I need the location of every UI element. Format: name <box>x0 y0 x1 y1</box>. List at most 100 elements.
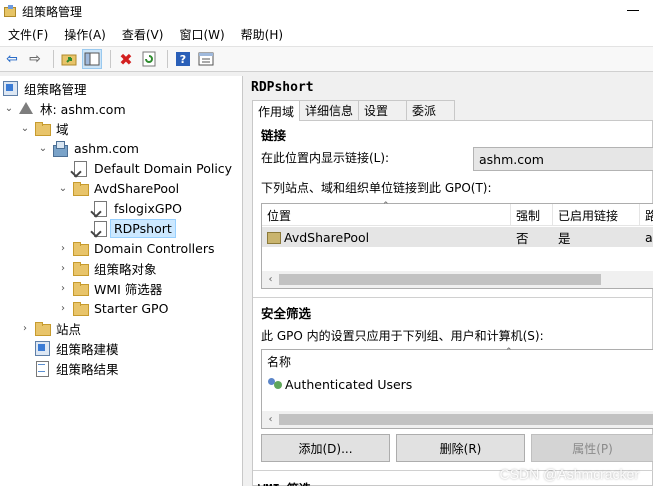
window-title: 组策略管理 <box>22 4 83 19</box>
gpmc-window: 组策略管理 文件(F) 操作(A) 查看(V) 窗口(W) 帮助(H) ⇦ ⇨ … <box>0 0 653 486</box>
scope-panel: 链接 在此位置内显示链接(L): ashm.com 下列站点、域和组织单位链接到… <box>252 120 653 486</box>
column-link-enabled[interactable]: 已启用链接 <box>553 204 640 226</box>
security-principal-cell: Authenticated Users <box>262 374 412 394</box>
tree-node-forest[interactable]: 林: ashm.com <box>18 98 129 118</box>
folder-icon <box>72 300 89 316</box>
add-button[interactable]: 添加(D)... <box>261 434 390 462</box>
ou-folder-icon <box>72 180 89 196</box>
gpo-title: RDPshort <box>251 80 314 95</box>
show-tree-icon[interactable] <box>82 49 102 69</box>
expand-chevron-icon[interactable]: › <box>20 323 30 334</box>
tree-node-gp-results[interactable]: 组策略结果 <box>34 358 122 378</box>
link-path-cell: a <box>645 229 653 245</box>
expand-chevron-icon[interactable]: › <box>58 263 68 274</box>
links-description: 下列站点、域和组织单位链接到此 GPO(T): <box>261 181 492 195</box>
watermark: CSDN @Ashmcracker <box>499 466 639 482</box>
tree-node-rdpshort[interactable]: RDPshort <box>92 218 176 238</box>
collapse-chevron-icon[interactable]: ⌄ <box>4 103 14 114</box>
domain-icon <box>52 140 68 157</box>
wmi-filtering-heading: WMI 筛选 <box>258 480 311 486</box>
tree-node-domain-controllers[interactable]: Domain Controllers <box>72 238 217 258</box>
title-bar: 组策略管理 <box>0 0 653 22</box>
tree-node-wmi-filters[interactable]: WMI 筛选器 <box>72 278 165 298</box>
collapse-chevron-icon[interactable]: ⌄ <box>20 123 30 134</box>
security-filtering-list[interactable]: ⌃ 名称 Authenticated Users ‹ <box>261 347 653 429</box>
menu-window[interactable]: 窗口(W) <box>175 26 228 43</box>
tree-node-default-domain-policy[interactable]: Default Domain Policy <box>72 158 235 178</box>
links-location-value: ashm.com <box>479 151 544 167</box>
link-location-cell: AvdSharePool <box>262 227 369 247</box>
toolbar-separator <box>167 50 168 68</box>
column-path[interactable]: 路 <box>640 204 653 226</box>
links-list[interactable]: ⌃ 位置 强制 已启用链接 路 AvdSharePool 否 是 a ‹ <box>261 201 653 289</box>
properties-button[interactable]: 属性(P) <box>531 434 653 462</box>
tree-node-starter-gpo[interactable]: Starter GPO <box>72 298 171 318</box>
link-enabled-cell: 是 <box>558 230 571 246</box>
tab-scope[interactable]: 作用域 <box>252 100 301 121</box>
tab-delegation[interactable]: 委派 <box>406 100 456 120</box>
table-row[interactable]: AvdSharePool 否 是 a <box>262 227 653 247</box>
gpmc-app-icon <box>3 4 17 18</box>
refresh-icon[interactable] <box>139 49 159 69</box>
links-location-label: 在此位置内显示链接(L): <box>261 151 390 165</box>
collapse-chevron-icon[interactable]: ⌄ <box>38 143 48 154</box>
remove-button[interactable]: 删除(R) <box>396 434 525 462</box>
expand-chevron-icon[interactable]: › <box>58 303 68 314</box>
security-filtering-description: 此 GPO 内的设置只应用于下列组、用户和计算机(S): <box>261 329 544 343</box>
ou-folder-icon <box>72 240 89 256</box>
collapse-chevron-icon[interactable]: ⌄ <box>58 183 68 194</box>
menu-bar: 文件(F) 操作(A) 查看(V) 窗口(W) 帮助(H) <box>0 22 653 46</box>
section-divider <box>253 297 653 298</box>
menu-view[interactable]: 查看(V) <box>118 26 168 43</box>
delete-icon[interactable]: ✖ <box>116 49 136 69</box>
tree-node-gpmc-root[interactable]: 组策略管理 <box>2 78 90 98</box>
scroll-left-icon[interactable]: ‹ <box>262 411 279 428</box>
tree-node-gpo-objects[interactable]: 组策略对象 <box>72 258 160 278</box>
details-pane: RDPshort 作用域 详细信息 设置 委派 链接 在此位置内显示链接(L):… <box>248 76 653 486</box>
folder-icon <box>72 260 89 276</box>
links-list-header: ⌃ 位置 强制 已启用链接 路 <box>262 201 653 226</box>
gpo-link-icon <box>92 200 108 217</box>
domains-folder-icon <box>34 120 51 136</box>
up-folder-icon[interactable] <box>59 49 79 69</box>
list-item[interactable]: Authenticated Users <box>262 374 653 394</box>
forest-icon <box>18 100 34 116</box>
console-icon[interactable] <box>196 49 216 69</box>
links-horizontal-scrollbar[interactable]: ‹ <box>262 271 653 288</box>
menu-help[interactable]: 帮助(H) <box>237 26 287 43</box>
tree-node-domain[interactable]: ashm.com <box>52 138 142 158</box>
toolbar-separator <box>53 50 54 68</box>
toolbar: ⇦ ⇨ ✖ ? <box>0 46 653 72</box>
gpo-link-icon <box>92 220 108 237</box>
toolbar-separator <box>110 50 111 68</box>
expand-chevron-icon[interactable]: › <box>58 283 68 294</box>
sites-folder-icon <box>34 320 51 336</box>
tree-node-gp-modeling[interactable]: 组策略建模 <box>34 338 122 358</box>
menu-action[interactable]: 操作(A) <box>60 26 110 43</box>
tab-details[interactable]: 详细信息 <box>299 100 360 120</box>
tab-settings[interactable]: 设置 <box>358 100 408 120</box>
ou-icon <box>267 231 281 244</box>
link-enforced-cell: 否 <box>516 230 529 246</box>
column-name[interactable]: 名称 <box>262 350 653 372</box>
forward-icon[interactable]: ⇨ <box>25 49 45 69</box>
column-enforced[interactable]: 强制 <box>511 204 553 226</box>
tab-strip: 作用域 详细信息 设置 委派 <box>252 100 456 121</box>
scrollbar-thumb[interactable] <box>279 274 601 285</box>
back-icon[interactable]: ⇦ <box>2 49 22 69</box>
menu-file[interactable]: 文件(F) <box>4 26 52 43</box>
tree-node-ou-avdsharepool[interactable]: AvdSharePool <box>72 178 182 198</box>
folder-icon <box>72 280 89 296</box>
help-icon[interactable]: ? <box>173 49 193 69</box>
expand-chevron-icon[interactable]: › <box>58 243 68 254</box>
links-location-dropdown[interactable]: ashm.com <box>473 147 653 171</box>
scroll-left-icon[interactable]: ‹ <box>262 271 279 288</box>
results-icon <box>34 360 50 377</box>
scrollbar-thumb[interactable] <box>279 414 653 425</box>
tree-node-fslogixgpo[interactable]: fslogixGPO <box>92 198 185 218</box>
minimize-button[interactable] <box>627 10 639 11</box>
tree-node-domains[interactable]: 域 <box>34 118 72 138</box>
security-horizontal-scrollbar[interactable]: ‹ <box>262 411 653 428</box>
column-location[interactable]: 位置 <box>262 204 511 226</box>
tree-node-sites[interactable]: 站点 <box>34 318 84 338</box>
